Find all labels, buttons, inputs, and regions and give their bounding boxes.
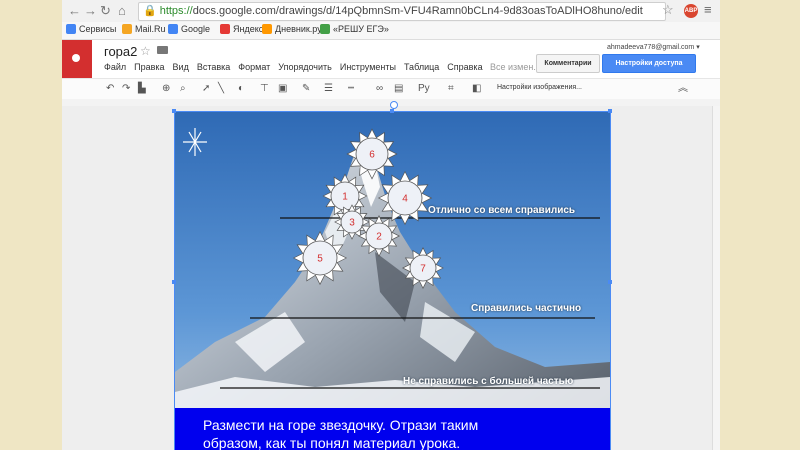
bookmark-item[interactable]: Сервисы bbox=[66, 24, 116, 34]
star-number: 5 bbox=[317, 254, 323, 265]
lock-icon: 🔒 bbox=[143, 5, 157, 17]
bookmark-favicon-icon bbox=[220, 24, 230, 34]
slide-border-left bbox=[55, 0, 56, 450]
bookmark-item[interactable]: Mail.Ru bbox=[122, 24, 166, 34]
star-number: 2 bbox=[376, 232, 382, 243]
menu-item[interactable]: Формат bbox=[238, 62, 270, 72]
chrome-menu-icon[interactable]: ≡ bbox=[704, 2, 712, 17]
star-number: 3 bbox=[349, 218, 355, 229]
instruction-line-2: образом, как ты понял материал урока. bbox=[203, 435, 461, 450]
zoom-icon[interactable]: ⊕ bbox=[162, 82, 170, 95]
url-scheme: https:// bbox=[159, 5, 193, 17]
bookmark-item[interactable]: Яндекс bbox=[220, 24, 263, 34]
bookmark-favicon-icon bbox=[320, 24, 330, 34]
forward-icon[interactable]: → bbox=[84, 3, 97, 19]
bookmark-item[interactable]: «РЕШУ ЕГЭ» bbox=[320, 24, 389, 34]
browser-toolbar: ← → ↻ ⌂ 🔒 https://docs.google.com/drawing… bbox=[62, 0, 720, 23]
bookmark-label: Дневник.ру bbox=[275, 24, 322, 34]
bookmark-label: «РЕШУ ЕГЭ» bbox=[333, 24, 389, 34]
redo-icon[interactable]: ↷ bbox=[122, 82, 130, 95]
menu-bar: Файл Правка Вид Вставка Формат Упорядочить Инс… bbox=[104, 62, 491, 72]
line-weight-icon[interactable]: ☰ bbox=[324, 82, 333, 95]
insert-image-icon[interactable]: ▣ bbox=[278, 82, 287, 95]
bookmark-favicon-icon bbox=[122, 24, 132, 34]
bookmark-favicon-icon bbox=[168, 24, 178, 34]
comments-button[interactable]: Комментарии bbox=[536, 54, 600, 73]
instruction-banner: Размести на горе звездочку. Отрази таким… bbox=[175, 408, 610, 450]
star-number: 1 bbox=[342, 192, 348, 203]
bookmarks-bar: Сервисы Mail.Ru Google Яндекс Дневник.ру «РЕШ… bbox=[62, 22, 720, 40]
link-icon[interactable]: ∞ bbox=[376, 82, 383, 95]
bookmark-item[interactable]: Дневник.ру bbox=[262, 24, 322, 34]
level-partial-label: Справились частично bbox=[471, 303, 582, 314]
bookmark-label: Яндекс bbox=[233, 24, 264, 34]
shape-tool-icon[interactable]: ◐ bbox=[238, 82, 244, 95]
user-email[interactable]: ahmadeeva778@gmail.com ▾ bbox=[607, 43, 700, 51]
level-excellent-label: Отлично со всем справились bbox=[428, 205, 576, 216]
bookmark-favicon-icon bbox=[66, 24, 76, 34]
browser-window: ← → ↻ ⌂ 🔒 https://docs.google.com/drawing… bbox=[62, 0, 720, 450]
menu-item[interactable]: Таблица bbox=[404, 62, 439, 72]
menu-item[interactable]: Вид bbox=[173, 62, 189, 72]
back-icon[interactable]: ← bbox=[68, 3, 81, 19]
star-number: 4 bbox=[402, 194, 408, 205]
resize-handle[interactable] bbox=[608, 280, 612, 284]
bookmark-star-icon[interactable]: ☆ bbox=[662, 2, 674, 18]
menu-item[interactable]: Упорядочить bbox=[278, 62, 332, 72]
google-drawings-logo[interactable] bbox=[62, 40, 92, 80]
instruction-text: Размести на горе звездочку. Отрази таким… bbox=[203, 416, 533, 450]
share-button[interactable]: Настройки доступа bbox=[602, 54, 696, 73]
mountain-drawing[interactable]: 6 1 4 3 2 5 7 Отлично со всем справились Справ… bbox=[175, 112, 610, 450]
address-bar[interactable]: 🔒 https://docs.google.com/drawings/d/14pQ… bbox=[138, 2, 666, 21]
bookmark-item[interactable]: Google bbox=[168, 24, 210, 34]
menu-item[interactable]: Вставка bbox=[197, 62, 230, 72]
pen-color-icon[interactable]: ✎ bbox=[302, 82, 310, 95]
menu-item[interactable]: Файл bbox=[104, 62, 126, 72]
slide-border-right bbox=[745, 0, 746, 450]
comment-icon[interactable]: ▤ bbox=[394, 82, 403, 95]
star-number: 6 bbox=[369, 150, 375, 161]
menu-item[interactable]: Инструменты bbox=[340, 62, 396, 72]
vertical-scrollbar[interactable] bbox=[712, 106, 720, 450]
menu-item[interactable]: Правка bbox=[134, 62, 164, 72]
font-select[interactable]: Ру bbox=[418, 82, 430, 95]
document-title[interactable]: гора2 bbox=[104, 44, 137, 59]
menu-item[interactable]: Справка bbox=[447, 62, 482, 72]
bookmark-label: Mail.Ru bbox=[135, 24, 166, 34]
star-number: 7 bbox=[420, 264, 426, 275]
text-box-icon[interactable]: ⊤ bbox=[260, 82, 269, 95]
instruction-line-1: Размести на горе звездочку. Отрази таким bbox=[203, 417, 479, 433]
save-status: Все измен. bbox=[490, 62, 536, 72]
paint-format-icon[interactable]: ▙ bbox=[138, 82, 146, 95]
reset-image-icon[interactable]: ◧ bbox=[472, 82, 481, 95]
bookmark-favicon-icon bbox=[262, 24, 272, 34]
image-options-button[interactable]: Настройки изображения... bbox=[497, 84, 582, 91]
level-poor-label: Не справились с большей частью bbox=[403, 376, 574, 387]
url-path: docs.google.com/drawings/d/14pQbmnSm-VFU… bbox=[192, 5, 643, 17]
reload-icon[interactable]: ↻ bbox=[100, 3, 111, 19]
resize-handle[interactable] bbox=[608, 109, 612, 113]
bookmark-label: Google bbox=[181, 24, 211, 34]
crop-icon[interactable]: ⌗ bbox=[448, 82, 454, 95]
line-tool-icon[interactable]: ╲ bbox=[218, 82, 224, 95]
drawing-toolbar: ↶ ↷ ▙ ⊕ ⌕ ➚ ╲ ◐ ⊤ ▣ ✎ ☰ ┅ ∞ ▤ Ру ⌗ ◧ Нас… bbox=[62, 78, 720, 100]
line-dash-icon[interactable]: ┅ bbox=[348, 82, 354, 95]
select-arrow-icon[interactable]: ➚ bbox=[202, 82, 210, 95]
mountain-image: 6 1 4 3 2 5 7 bbox=[175, 112, 610, 450]
home-icon[interactable]: ⌂ bbox=[118, 3, 126, 19]
star-document-icon[interactable]: ☆ bbox=[140, 44, 151, 58]
undo-icon[interactable]: ↶ bbox=[106, 82, 114, 95]
bookmark-label: Сервисы bbox=[79, 24, 117, 34]
rotation-handle[interactable] bbox=[390, 101, 398, 109]
zoom-search-icon[interactable]: ⌕ bbox=[180, 82, 186, 95]
adblock-extension-icon[interactable]: ABP bbox=[684, 4, 698, 18]
folder-icon[interactable] bbox=[157, 46, 168, 54]
resize-handle[interactable] bbox=[172, 109, 176, 113]
resize-handle[interactable] bbox=[172, 280, 176, 284]
collapse-icon[interactable]: ︽ bbox=[678, 82, 688, 95]
